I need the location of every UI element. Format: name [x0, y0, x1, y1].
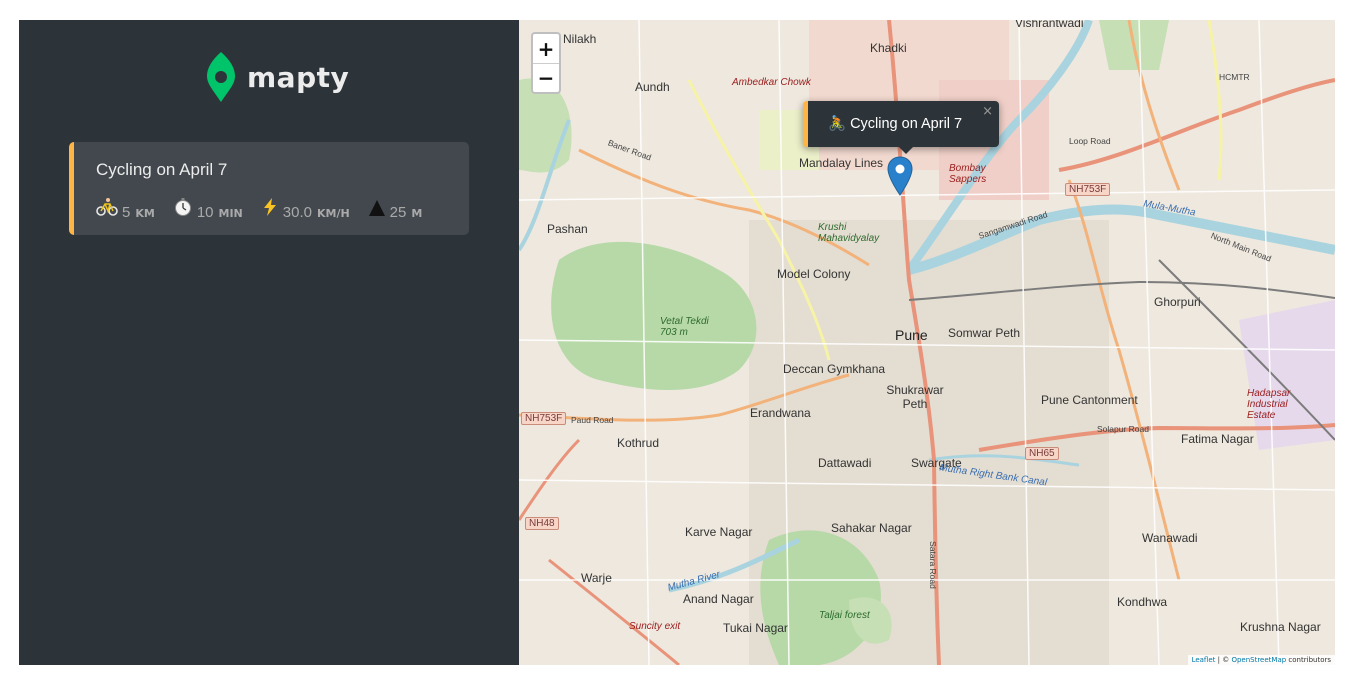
- map-label-deccan: Deccan Gymkhana: [783, 362, 886, 376]
- osm-link[interactable]: OpenStreetMap: [1231, 656, 1286, 664]
- map-label-ghorpuri: Ghorpuri: [1154, 295, 1201, 309]
- app-container: mapty Cycling on April 7 5 KM 10 MIN 30.…: [19, 20, 1335, 665]
- mountain-icon: [368, 197, 386, 219]
- map-label-vetal: Vetal Tekdi 703 m: [660, 316, 709, 338]
- map-label-hadapsar: Hadapsar Industrial Estate: [1247, 388, 1291, 421]
- map-label-model-colony: Model Colony: [777, 267, 851, 281]
- distance-value: 5: [122, 204, 131, 221]
- map-label-taljai: Taljai forest: [819, 610, 870, 621]
- zoom-in-button[interactable]: +: [533, 34, 559, 63]
- brand-name: mapty: [247, 60, 350, 94]
- map-label-bombay: Bombay Sappers: [949, 163, 987, 185]
- map-label-paud-road: Paud Road: [571, 415, 614, 425]
- duration-unit: MIN: [218, 207, 243, 220]
- popup-text: 🚴 Cycling on April 7: [828, 116, 963, 132]
- map-label-dattawadi: Dattawadi: [818, 456, 872, 470]
- shield-nh753f-west: NH753F: [521, 412, 567, 425]
- map-label-tukai: Tukai Nagar: [723, 621, 788, 635]
- map-label-aundh: Aundh: [635, 80, 670, 94]
- map-label-loop-road: Loop Road: [1069, 136, 1111, 146]
- map-label-cantonment: Pune Cantonment: [1041, 393, 1138, 407]
- map-label-hcmtr: HCMTR: [1219, 72, 1250, 82]
- attribution-separator: | ©: [1215, 656, 1232, 664]
- workout-item[interactable]: Cycling on April 7 5 KM 10 MIN 30.0 KM/H…: [69, 142, 469, 235]
- map-label-mandalay: Mandalay Lines: [799, 156, 884, 170]
- map-label-somwar: Somwar Peth: [948, 326, 1021, 340]
- map-label-suncity: Suncity exit: [629, 621, 681, 632]
- duration-value: 10: [196, 204, 214, 221]
- map-label-nilakh: Nilakh: [563, 32, 597, 46]
- map-attribution: Leaflet | © OpenStreetMap contributors: [1187, 655, 1335, 665]
- map-label-pune: Pune: [895, 327, 928, 343]
- map-label-vishrantwadi: Vishrantwadi: [1015, 20, 1084, 30]
- map-label-kondhwa: Kondhwa: [1117, 595, 1168, 609]
- zoom-out-button[interactable]: −: [533, 63, 559, 92]
- map-label-satara: Satara Road: [927, 541, 938, 589]
- shield-nh48: NH48: [525, 517, 559, 530]
- map-label-wanawadi: Wanawadi: [1142, 531, 1198, 545]
- brand-logo: mapty: [205, 50, 349, 104]
- attribution-tail: contributors: [1286, 656, 1331, 664]
- map-label-krushi: Krushi Mahavidyalay: [818, 222, 880, 244]
- map-label-ambedkar: Ambedkar Chowk: [732, 77, 811, 88]
- workout-details: 5 KM 10 MIN 30.0 KM/H 25 M: [96, 196, 440, 221]
- workout-popup[interactable]: 🚴 Cycling on April 7 ×: [803, 101, 999, 154]
- leaflet-link[interactable]: Leaflet: [1192, 656, 1216, 664]
- shield-nh753f-east: NH753F: [1065, 183, 1111, 196]
- map[interactable]: Vishrantwadi Nilakh Khadki Aundh Ambedka…: [519, 20, 1335, 665]
- speed-unit: KM/H: [316, 207, 350, 220]
- map-label-warje: Warje: [581, 571, 612, 585]
- stopwatch-icon: [173, 196, 193, 218]
- map-label-pashan: Pashan: [547, 222, 588, 236]
- elevation-unit: M: [411, 206, 423, 220]
- map-label-solapur-road: Solapur Road: [1097, 424, 1149, 434]
- lightning-icon: [261, 196, 279, 218]
- map-label-shukrawar: Shukrawar Peth: [886, 383, 944, 411]
- workout-title: Cycling on April 7: [96, 160, 228, 179]
- close-icon[interactable]: ×: [982, 104, 993, 119]
- map-label-karve: Karve Nagar: [685, 525, 753, 539]
- map-pin-icon: [207, 52, 235, 102]
- duration-detail: 10 MIN: [173, 196, 243, 221]
- map-label-sahakar: Sahakar Nagar: [831, 521, 912, 535]
- map-label-erandwana: Erandwana: [750, 406, 811, 420]
- elevation-value: 25: [389, 203, 407, 221]
- sidebar: mapty Cycling on April 7 5 KM 10 MIN 30.…: [19, 20, 519, 665]
- zoom-control: + −: [531, 32, 561, 94]
- shield-nh65: NH65: [1025, 447, 1059, 460]
- bicycle-icon: [96, 196, 118, 218]
- distance-detail: 5 KM: [96, 196, 155, 221]
- speed-value: 30.0: [282, 204, 312, 221]
- map-label-kothrud: Kothrud: [617, 436, 660, 450]
- map-label-fatima: Fatima Nagar: [1181, 432, 1254, 446]
- distance-unit: KM: [135, 207, 155, 220]
- map-label-anand: Anand Nagar: [683, 592, 754, 606]
- map-label-krushna: Krushna Nagar: [1240, 620, 1321, 634]
- elevation-detail: 25 M: [368, 197, 423, 221]
- popup-tip: [897, 145, 915, 154]
- speed-detail: 30.0 KM/H: [261, 196, 350, 221]
- map-label-khadki: Khadki: [870, 41, 907, 55]
- map-marker-icon[interactable]: [887, 156, 913, 196]
